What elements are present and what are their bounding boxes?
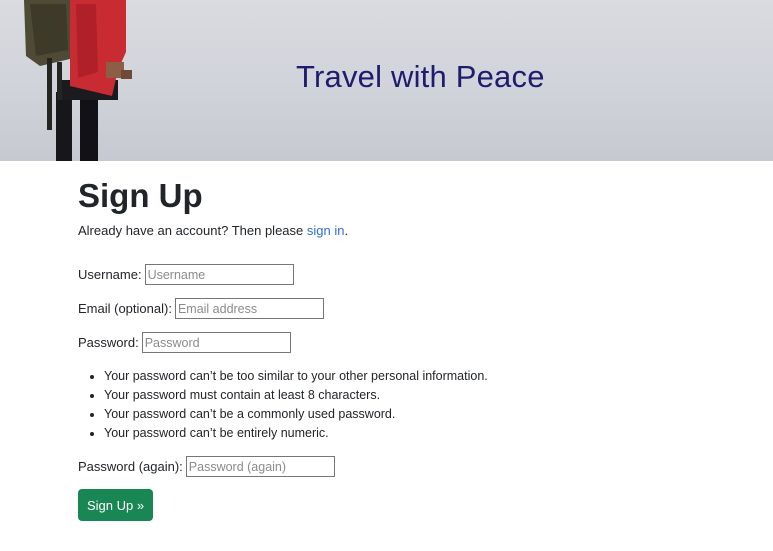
password-confirm-row: Password (again): xyxy=(78,456,698,477)
sign-up-button[interactable]: Sign Up » xyxy=(78,489,153,521)
password-requirement-item: Your password can’t be entirely numeric. xyxy=(104,424,698,443)
password-confirm-label: Password (again): xyxy=(78,459,183,474)
username-input[interactable] xyxy=(144,264,294,285)
password-requirement-item: Your password must contain at least 8 ch… xyxy=(104,386,698,405)
sign-in-link[interactable]: sign in xyxy=(307,223,345,238)
username-row: Username: xyxy=(78,264,698,285)
password-requirements: Your password can’t be too similar to yo… xyxy=(78,367,698,443)
email-input[interactable] xyxy=(174,298,324,319)
password-confirm-input[interactable] xyxy=(185,456,335,477)
password-input[interactable] xyxy=(141,332,291,353)
hiker-image xyxy=(24,0,132,161)
email-row: Email (optional): xyxy=(78,298,698,319)
intro-text-prefix: Already have an account? Then please xyxy=(78,223,307,238)
intro-text: Already have an account? Then please sig… xyxy=(78,222,698,240)
page-title: Sign Up xyxy=(78,177,203,214)
signup-content: Sign Up Already have an account? Then pl… xyxy=(78,161,698,521)
site-title: Travel with Peace xyxy=(296,59,545,94)
header-banner: Travel with Peace xyxy=(0,0,773,161)
username-label: Username: xyxy=(78,267,142,282)
password-label: Password: xyxy=(78,335,139,350)
password-row: Password: xyxy=(78,332,698,353)
email-label: Email (optional): xyxy=(78,301,172,316)
intro-text-suffix: . xyxy=(344,223,349,238)
password-requirement-item: Your password can’t be too similar to yo… xyxy=(104,367,698,386)
signup-form: Username: Email (optional): Password: Yo… xyxy=(78,264,698,521)
password-requirement-item: Your password can’t be a commonly used p… xyxy=(104,405,698,424)
